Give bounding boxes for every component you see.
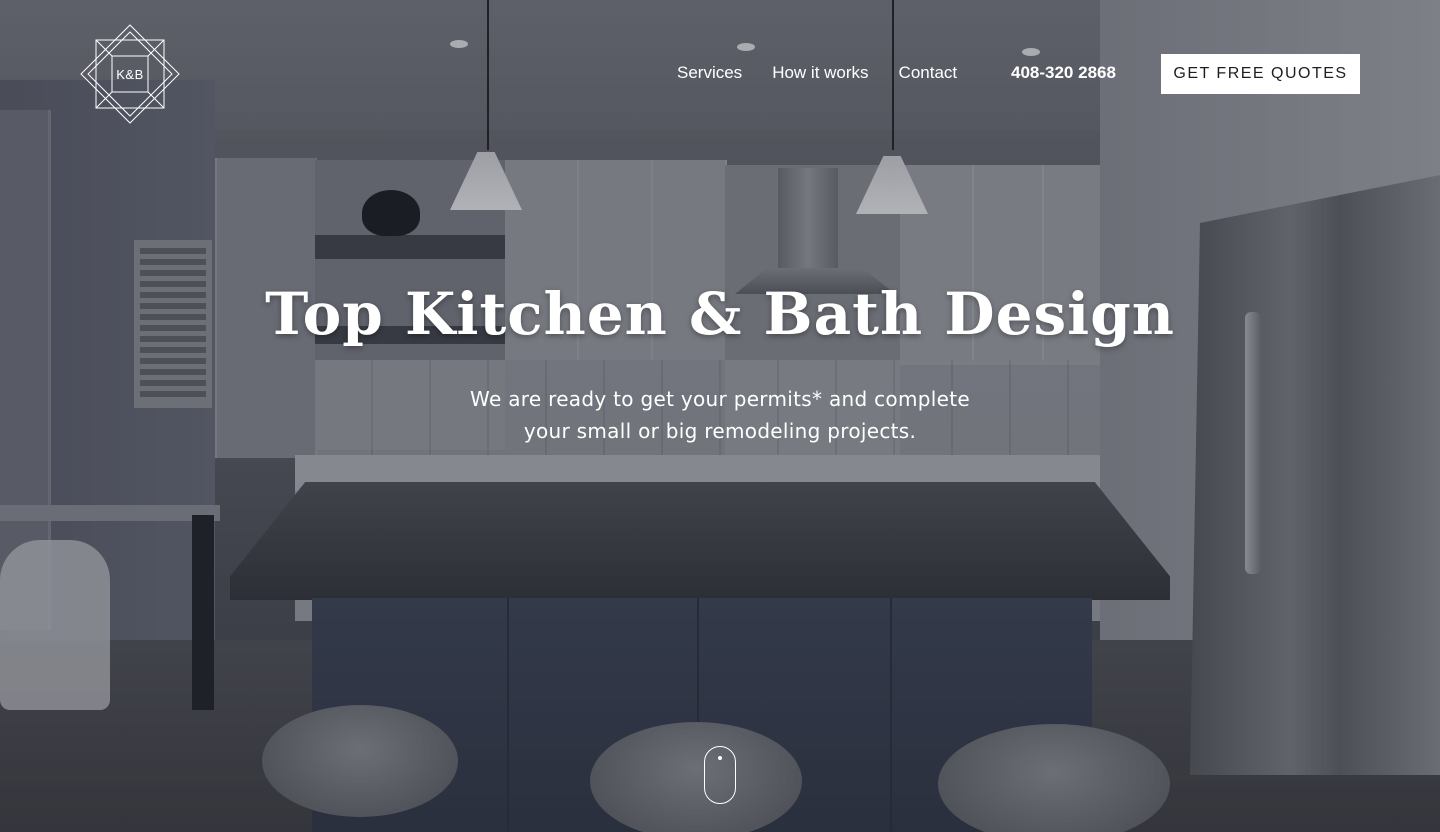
logo-text: K&B	[116, 66, 144, 82]
scroll-dot	[718, 756, 722, 760]
phone-link[interactable]: 408-320 2868	[1011, 63, 1116, 83]
hero-subtitle: We are ready to get your permits* and co…	[420, 383, 1020, 447]
hero-title: Top Kitchen & Bath Design	[265, 280, 1175, 348]
main-nav: Services How it works Contact	[677, 63, 957, 83]
nav-how-it-works[interactable]: How it works	[772, 63, 868, 83]
nav-services[interactable]: Services	[677, 63, 742, 83]
nav-contact[interactable]: Contact	[899, 63, 958, 83]
get-free-quotes-button[interactable]: GET FREE QUOTES	[1161, 54, 1360, 94]
hero-subtitle-line-1: We are ready to get your permits* and co…	[470, 387, 970, 411]
scroll-mouse-icon[interactable]	[704, 746, 736, 804]
hero-subtitle-line-2: your small or big remodeling projects.	[523, 419, 917, 443]
